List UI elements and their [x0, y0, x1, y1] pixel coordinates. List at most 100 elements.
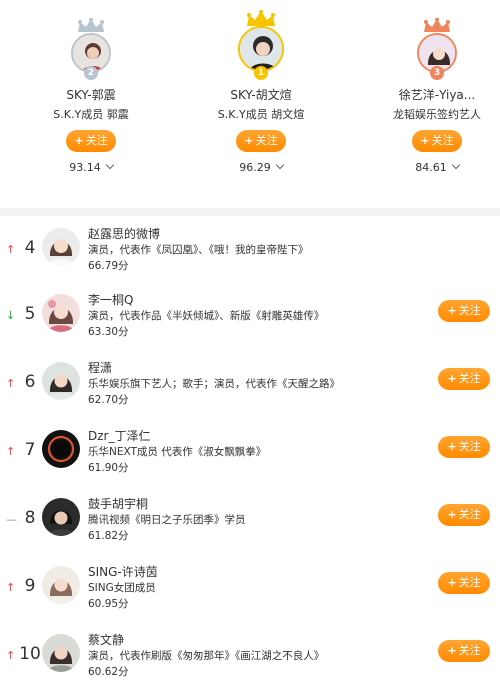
user-description: 演员，代表作品《半妖倾城》、新版《射雕英雄传》	[88, 310, 325, 322]
chevron-down-icon	[275, 160, 284, 170]
user-description: 演员，代表作刷版《匆匆那年》《画江湖之不良人》	[88, 650, 325, 662]
avatar[interactable]	[42, 634, 80, 672]
user-description: S.K.Y成员 胡文煊	[217, 108, 305, 121]
user-name[interactable]: 赵露思的微博	[88, 225, 160, 242]
list-item[interactable]: ↑ 9 SING-许诗茵 SING女团成员 60.95分 + 关注	[0, 558, 500, 624]
list-item[interactable]: ↑ 4 赵露思的微博 演员，代表作《凤囚凰》、《哦！我的皇帝陛下》 66.79分	[0, 220, 500, 286]
follow-button[interactable]: + 关注	[438, 640, 490, 662]
follow-label: 关注	[458, 440, 481, 453]
podium-rank-2: 2 SKY-郭震 S.K.Y成员 郭震 + 关注 93.14	[16, 18, 166, 174]
follow-button[interactable]: + 关注	[438, 572, 490, 594]
follow-label: 关注	[255, 134, 278, 147]
avatar[interactable]	[42, 294, 80, 332]
user-name[interactable]: 蔡文静	[88, 631, 124, 648]
bronze-crown-icon	[424, 18, 450, 32]
score-value: 60.62分	[88, 666, 129, 678]
avatar-frame: 1	[231, 10, 291, 80]
user-name[interactable]: 程潇	[88, 359, 112, 376]
score-value: 62.70分	[88, 394, 129, 406]
plus-icon: +	[420, 134, 430, 147]
list-item[interactable]: ↑ 7 Dzr_丁泽仁 乐华NEXT成员 代表作《淑女飘飘拳》 61.90分 +…	[0, 422, 500, 488]
user-description: 龙韬娱乐签约艺人	[393, 108, 481, 121]
user-name[interactable]: 鼓手胡宇桐	[88, 495, 148, 512]
avatar[interactable]	[42, 566, 80, 604]
silver-crown-icon	[78, 18, 104, 32]
avatar[interactable]	[42, 362, 80, 400]
user-description: SING女团成员	[88, 582, 156, 594]
plus-icon: +	[447, 576, 457, 589]
arrow-up-icon: ↑	[6, 445, 16, 458]
rank-number: 4	[24, 238, 36, 258]
score-value: 60.95分	[88, 598, 129, 610]
follow-label: 关注	[458, 576, 481, 589]
score-value: 63.30分	[88, 326, 129, 338]
list-item[interactable]: ↑ 10 蔡文静 演员，代表作刷版《匆匆那年》《画江湖之不良人》 60.62分 …	[0, 626, 500, 692]
score-value: 61.82分	[88, 530, 129, 542]
rank-number: 10	[19, 644, 41, 664]
user-description: 演员，代表作《凤囚凰》、《哦！我的皇帝陛下》	[88, 244, 309, 256]
follow-label: 关注	[458, 644, 481, 657]
user-description: 腾讯视频《明日之子乐团季》学员	[88, 514, 246, 526]
score-toggle[interactable]: 84.61	[362, 160, 500, 174]
score-value: 84.61	[415, 161, 447, 174]
user-description: S.K.Y成员 郭震	[53, 108, 129, 121]
top-three-podium: 2 SKY-郭震 S.K.Y成员 郭震 +关注 93.14 1 SKY-胡文煊	[0, 0, 500, 206]
arrow-up-icon: ↑	[6, 377, 16, 390]
user-name[interactable]: 徐艺洋-Yiya...	[362, 86, 500, 103]
plus-icon: +	[447, 440, 457, 453]
follow-button[interactable]: + 关注	[66, 130, 116, 152]
follow-button[interactable]: + 关注	[412, 130, 462, 152]
follow-button[interactable]: + 关注	[438, 436, 490, 458]
user-name[interactable]: SING-许诗茵	[88, 563, 158, 580]
plus-icon: +	[244, 134, 254, 147]
rank-number: 7	[24, 440, 36, 460]
list-item[interactable]: — 8 鼓手胡宇桐 腾讯视频《明日之子乐团季》学员 61.82分 + 关注	[0, 490, 500, 556]
rank-badge: 2	[84, 66, 98, 80]
list-item[interactable]: ↑ 6 程潇 乐华娱乐旗下艺人；歌手；演员，代表作《天醒之路》 62.70分 +…	[0, 354, 500, 420]
rank-number: 9	[24, 576, 36, 596]
follow-label: 关注	[458, 508, 481, 521]
rank-number: 8	[24, 508, 36, 528]
podium-rank-1: 1 SKY-胡文煊 S.K.Y成员 胡文煊 + 关注 96.29	[186, 10, 336, 174]
follow-button[interactable]: + 关注	[236, 130, 286, 152]
plus-icon: +	[447, 372, 457, 385]
follow-label: 关注	[431, 134, 454, 147]
user-name[interactable]: SKY-郭震	[16, 86, 166, 103]
avatar[interactable]	[42, 228, 80, 266]
arrow-up-icon: ↑	[6, 581, 16, 594]
podium-rank-3: 3 徐艺洋-Yiya... 龙韬娱乐签约艺人 + 关注 84.61	[362, 18, 500, 174]
avatar-frame: 2	[63, 18, 119, 80]
plus-icon: +	[447, 304, 457, 317]
follow-button[interactable]: + 关注	[438, 300, 490, 322]
dash-icon: —	[6, 513, 17, 526]
plus-icon: +	[74, 134, 84, 147]
user-name[interactable]: Dzr_丁泽仁	[88, 427, 150, 444]
arrow-up-icon: ↑	[6, 649, 16, 662]
user-name[interactable]: 李一桐Q	[88, 291, 133, 308]
plus-icon: +	[447, 644, 457, 657]
chevron-down-icon	[451, 160, 460, 170]
follow-label: 关注	[458, 372, 481, 385]
avatar[interactable]	[42, 430, 80, 468]
score-toggle[interactable]: 93.14	[16, 160, 166, 174]
score-value: 61.90分	[88, 462, 129, 474]
follow-button[interactable]: + 关注	[438, 504, 490, 526]
arrow-up-icon: ↑	[6, 243, 16, 256]
section-divider	[0, 208, 500, 216]
rank-badge: 1	[254, 66, 268, 80]
score-toggle[interactable]: 96.29	[186, 160, 336, 174]
avatar[interactable]	[42, 498, 80, 536]
rank-badge: 3	[430, 66, 444, 80]
user-name[interactable]: SKY-胡文煊	[186, 86, 336, 103]
follow-button[interactable]: + 关注	[438, 368, 490, 390]
score-value: 93.14	[69, 161, 101, 174]
rank-number: 5	[24, 304, 36, 324]
follow-label: 关注	[458, 304, 481, 317]
chevron-down-icon	[105, 160, 114, 170]
arrow-down-icon: ↓	[6, 309, 16, 322]
plus-icon: +	[447, 508, 457, 521]
list-item[interactable]: ↓ 5 李一桐Q 演员，代表作品《半妖倾城》、新版《射雕英雄传》 63.30分 …	[0, 286, 500, 352]
user-description: 乐华娱乐旗下艺人；歌手；演员，代表作《天醒之路》	[88, 378, 340, 390]
user-description: 乐华NEXT成员 代表作《淑女飘飘拳》	[88, 446, 267, 458]
score-value: 66.79分	[88, 260, 129, 272]
